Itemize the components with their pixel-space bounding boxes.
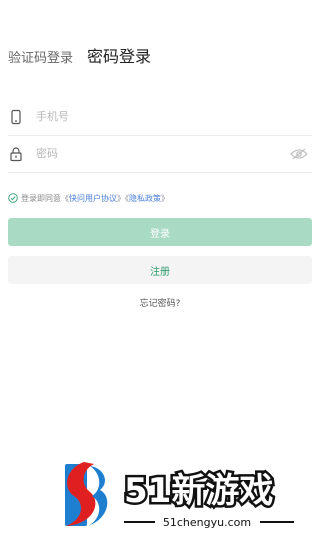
tab-sms-login[interactable]: 验证码登录: [8, 47, 73, 66]
eye-icon[interactable]: [290, 146, 308, 160]
phone-field: [8, 98, 312, 136]
check-circle-icon[interactable]: [8, 193, 18, 203]
user-agreement-link[interactable]: 快问用户协议: [69, 193, 117, 204]
agreement-prefix: 登录即同意《: [21, 193, 69, 203]
lock-icon: [8, 146, 24, 162]
login-tabs: 验证码登录 密码登录: [8, 46, 312, 72]
logo-icon: 51新游戏 51chengyu.com: [65, 462, 294, 529]
agreement-row: 登录即同意《 快问用户协议 》《 隐私政策 》: [8, 191, 169, 205]
forgot-password-link[interactable]: 忘记密码?: [0, 296, 320, 309]
tab-password-login[interactable]: 密码登录: [87, 43, 151, 67]
agreement-separator: 》《: [117, 193, 129, 203]
register-button[interactable]: 注册: [8, 256, 312, 284]
privacy-policy-link[interactable]: 隐私政策: [129, 193, 161, 204]
watermark: 51新游戏 51chengyu.com: [60, 460, 300, 530]
watermark-brand: 51新游戏: [124, 471, 273, 511]
phone-input[interactable]: [36, 106, 280, 126]
password-input[interactable]: [36, 143, 280, 163]
agreement-suffix: 》: [161, 193, 169, 203]
watermark-site: 51chengyu.com: [163, 516, 251, 529]
password-field: [8, 135, 312, 173]
phone-icon: [8, 109, 24, 125]
login-button[interactable]: 登录: [8, 218, 312, 246]
